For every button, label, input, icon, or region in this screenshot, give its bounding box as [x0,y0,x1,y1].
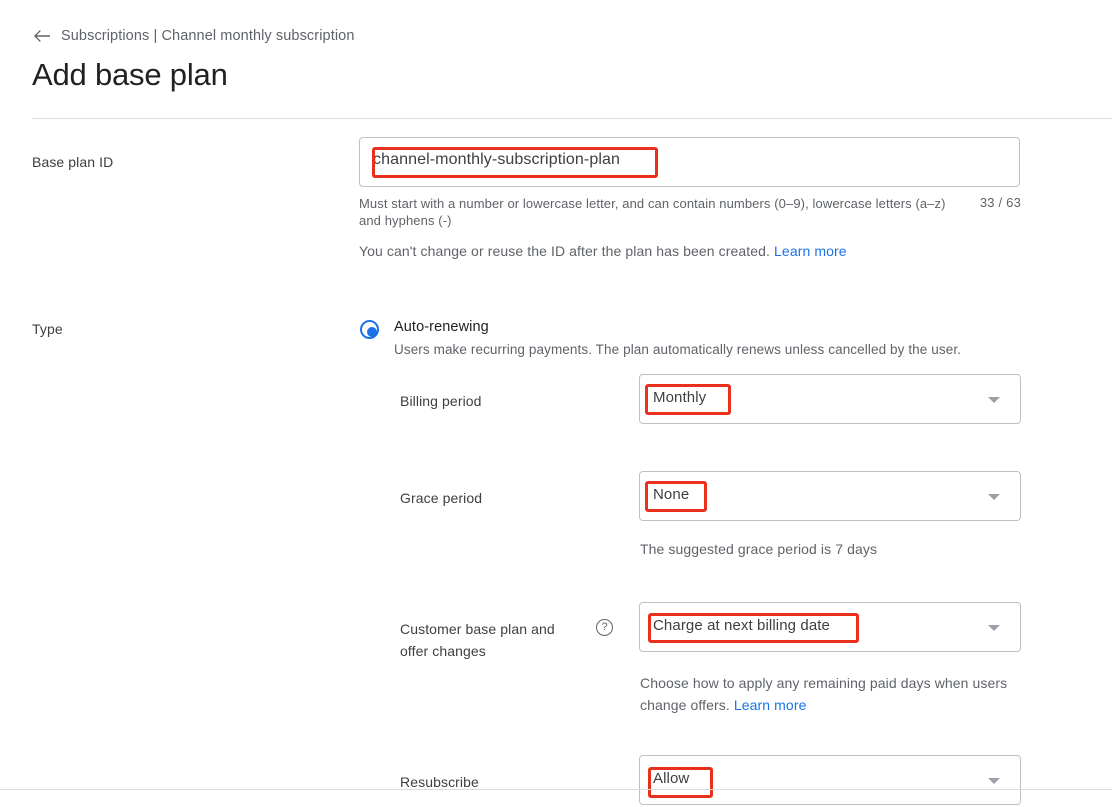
customer-changes-helper-text: Choose how to apply any remaining paid d… [640,675,1008,713]
base-plan-id-value: channel-monthly-subscription-plan [373,151,620,168]
grace-period-helper: The suggested grace period is 7 days [640,541,878,557]
base-plan-id-note-text: You can't change or reuse the ID after t… [359,243,771,259]
chevron-down-icon[interactable] [988,397,1000,403]
billing-period-label: Billing period [400,393,482,409]
billing-period-value: Monthly [653,389,707,406]
base-plan-id-label: Base plan ID [32,154,114,170]
chevron-down-icon[interactable] [988,778,1000,784]
bottom-divider [0,789,1112,790]
customer-changes-learn-more-link[interactable]: Learn more [734,697,807,713]
customer-changes-helper: Choose how to apply any remaining paid d… [640,672,1010,716]
breadcrumb[interactable]: Subscriptions | Channel monthly subscrip… [32,25,354,47]
radio-inner-dot [366,326,377,337]
base-plan-id-helper: Must start with a number or lowercase le… [359,196,946,228]
customer-changes-label: Customer base plan and offer changes [400,621,555,659]
header-divider [32,118,1112,119]
grace-period-label: Grace period [400,490,483,506]
type-label: Type [32,321,63,337]
type-radio-auto-renewing[interactable]: Auto-renewing Users make recurring payme… [360,319,1000,368]
billing-period-select[interactable]: Monthly [639,374,1021,424]
resubscribe-select[interactable]: Allow [639,755,1021,805]
chevron-down-icon[interactable] [988,625,1000,631]
grace-period-value: None [653,486,690,503]
customer-changes-select[interactable]: Charge at next billing date [639,602,1021,652]
help-circle-icon[interactable]: ? [596,619,613,636]
page-title: Add base plan [32,57,228,92]
breadcrumb-label: Subscriptions | Channel monthly subscrip… [61,28,355,44]
base-plan-id-note: You can't change or reuse the ID after t… [359,243,959,260]
radio-selected-icon[interactable] [360,320,379,339]
chevron-down-icon[interactable] [988,494,1000,500]
base-plan-id-counter: 33 / 63 [979,195,1021,210]
base-plan-id-input[interactable]: channel-monthly-subscription-plan [359,137,1020,187]
base-plan-id-learn-more-link[interactable]: Learn more [774,243,847,259]
resubscribe-value: Allow [653,770,690,787]
grace-period-select[interactable]: None [639,471,1021,521]
radio-description: Users make recurring payments. The plan … [394,342,962,357]
arrow-left-icon[interactable] [32,26,52,46]
radio-title: Auto-renewing [394,319,489,335]
customer-changes-value: Charge at next billing date [653,617,830,634]
